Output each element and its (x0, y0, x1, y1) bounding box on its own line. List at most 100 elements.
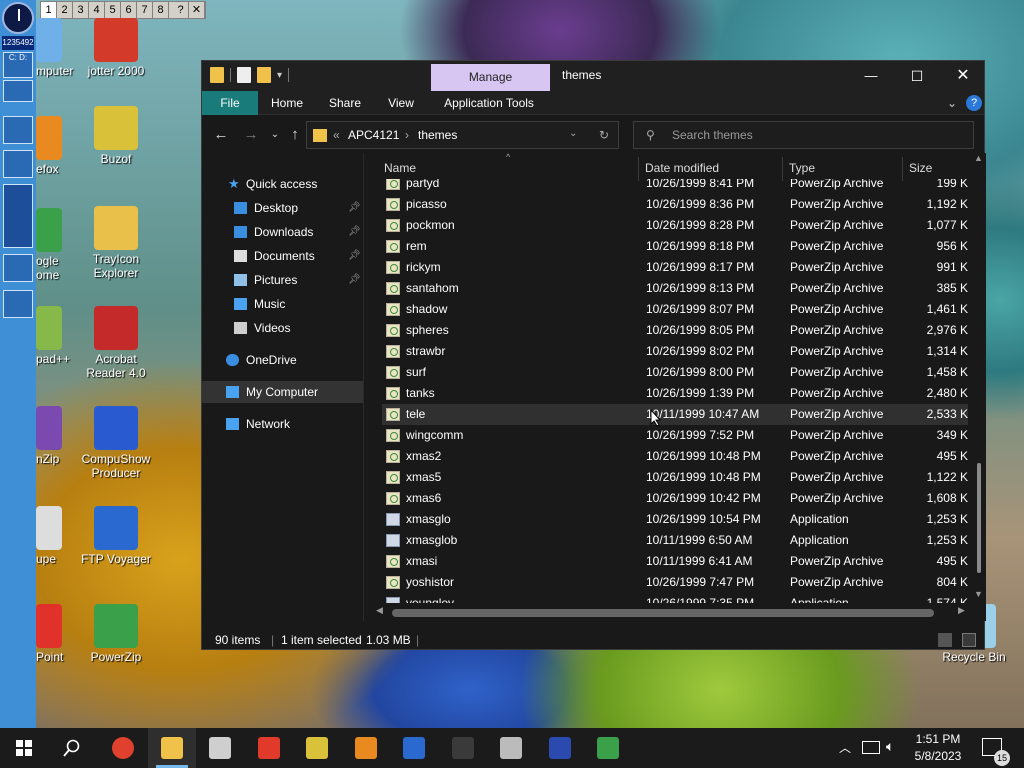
file-row[interactable]: xmas6 10/26/1999 10:42 PM PowerZip Archive… (382, 488, 968, 509)
taskbar-clock[interactable]: 1:51 PM 5/8/2023 (906, 731, 970, 765)
recent-locations-chevron-icon[interactable]: ⌄ (264, 125, 286, 145)
maximize-button[interactable]: ☐ (894, 61, 940, 91)
breadcrumb-current[interactable]: themes (418, 128, 457, 142)
desktop-icon[interactable]: TrayIcon Explorer (76, 206, 156, 280)
vdesk-7-button[interactable]: 7 (137, 2, 153, 18)
scroll-down-icon[interactable]: ▼ (974, 589, 983, 599)
tab-file[interactable]: File (202, 91, 258, 115)
back-button[interactable]: ← (210, 125, 232, 145)
pin-icon[interactable]: 📌︎ (348, 245, 361, 267)
desktop-icon[interactable]: FTP Voyager (76, 506, 156, 566)
vertical-scrollbar[interactable]: ▲ ▼ (972, 153, 986, 603)
analog-clock-icon[interactable] (2, 2, 34, 34)
breadcrumb-overflow[interactable]: « (333, 128, 340, 142)
taskbar-satellite-app-button[interactable] (196, 728, 244, 768)
column-divider[interactable] (782, 157, 783, 181)
vdesk-6-button[interactable]: 6 (121, 2, 137, 18)
start-button[interactable] (0, 728, 48, 768)
file-row[interactable]: pockmon 10/26/1999 8:28 PM PowerZip Archiv… (382, 215, 968, 236)
taskbar-firefox-button[interactable] (342, 728, 390, 768)
column-header-type[interactable]: Type (789, 161, 815, 175)
file-row[interactable]: xmasglo 10/26/1999 10:54 PM Application 1,2… (382, 509, 968, 530)
up-button[interactable]: ↑ (284, 125, 306, 145)
pin-icon[interactable]: 📌︎ (348, 197, 361, 219)
file-row[interactable]: tanks 10/26/1999 1:39 PM PowerZip Archive 2… (382, 383, 968, 404)
strip-floppy-icon[interactable] (3, 290, 33, 318)
file-row[interactable]: wingcomm 10/26/1999 7:52 PM PowerZip Archi… (382, 425, 968, 446)
taskbar-powerzip-button[interactable] (584, 728, 632, 768)
file-row[interactable]: picasso 10/26/1999 8:36 PM PowerZip Archiv… (382, 194, 968, 215)
file-row[interactable]: xmasglob 10/11/1999 6:50 AM Application 1,2… (382, 530, 968, 551)
file-row[interactable]: partyd 10/26/1999 8:41 PM PowerZip Archive… (382, 179, 968, 194)
tab-home[interactable]: Home (262, 91, 312, 115)
nav-item-documents[interactable]: Documents 📌︎ (202, 245, 363, 267)
nav-item-pictures[interactable]: Pictures 📌︎ (202, 269, 363, 291)
properties-icon[interactable] (237, 67, 251, 83)
horizontal-scroll-thumb[interactable] (392, 609, 934, 617)
column-header-date[interactable]: Date modified (645, 161, 719, 175)
column-divider[interactable] (902, 157, 903, 181)
address-bar[interactable]: « APC4121 › themes ⌄ ↻ (306, 121, 619, 149)
tab-share[interactable]: Share (322, 91, 368, 115)
column-header-size[interactable]: Size (909, 161, 932, 175)
strip-grid-icon[interactable] (3, 184, 33, 248)
vertical-scroll-thumb[interactable] (977, 463, 981, 573)
taskbar-file-explorer-button[interactable] (147, 728, 196, 768)
chevron-down-icon[interactable]: ▾ (277, 70, 282, 81)
desktop-icon[interactable]: CompuShow Producer (76, 406, 156, 480)
nav-item-desktop[interactable]: Desktop 📌︎ (202, 197, 363, 219)
file-row[interactable]: yoshistor 10/26/1999 7:47 PM PowerZip Arch… (382, 572, 968, 593)
file-row[interactable]: xmas2 10/26/1999 10:48 PM PowerZip Archive… (382, 446, 968, 467)
column-header-name[interactable]: Name (384, 161, 416, 175)
taskbar-buzof-button[interactable] (293, 728, 341, 768)
volume-icon[interactable]: 🔈︎ (886, 738, 894, 755)
desktop-icon[interactable]: Buzof (76, 106, 156, 166)
vdesk-3-button[interactable]: 3 (73, 2, 89, 18)
tab-view[interactable]: View (378, 91, 424, 115)
desktop-icon[interactable]: jotter 2000 (76, 18, 156, 78)
taskbar-tools-app-button[interactable] (487, 728, 535, 768)
expand-ribbon-icon[interactable]: ⌄ (944, 91, 960, 115)
scroll-right-icon[interactable]: ▶ (958, 605, 965, 616)
taskbar-star-app-button[interactable] (536, 728, 584, 768)
file-row[interactable]: rem 10/26/1999 8:18 PM PowerZip Archive 956… (382, 236, 968, 257)
new-folder-icon[interactable] (257, 67, 271, 83)
strip-disc-icon[interactable] (3, 254, 33, 282)
folder-icon[interactable] (210, 67, 224, 83)
search-box[interactable]: ⚲ Search themes (633, 121, 974, 149)
scroll-up-icon[interactable]: ▲ (974, 153, 983, 163)
taskbar-ftp-voyager-button[interactable] (390, 728, 438, 768)
vdesk-8-button[interactable]: 8 (153, 2, 169, 18)
vdesk-4-button[interactable]: 4 (89, 2, 105, 18)
minimize-button[interactable]: — (848, 61, 894, 91)
desktop-icon[interactable]: PowerZip (76, 604, 156, 664)
tab-application-tools[interactable]: Application Tools (436, 91, 542, 115)
close-button[interactable]: ✕ (940, 61, 986, 91)
network-status-icon[interactable] (862, 741, 880, 754)
vdesk-close-button[interactable]: ✕ (189, 2, 205, 18)
file-row[interactable]: tele 10/11/1999 10:47 AM PowerZip Archive 2… (382, 404, 968, 425)
forward-button[interactable]: → (240, 125, 262, 145)
file-row[interactable]: santahom 10/26/1999 8:13 PM PowerZip Archi… (382, 278, 968, 299)
strip-app-icon-2[interactable] (3, 150, 33, 178)
file-row[interactable]: shadow 10/26/1999 8:07 PM PowerZip Archive… (382, 299, 968, 320)
nav-item-music[interactable]: Music (202, 293, 363, 315)
column-divider[interactable] (638, 157, 639, 181)
file-row[interactable]: surf 10/26/1999 8:00 PM PowerZip Archive 1,… (382, 362, 968, 383)
file-row[interactable]: spheres 10/26/1999 8:05 PM PowerZip Archiv… (382, 320, 968, 341)
drive-cd-icon[interactable]: C: D: (3, 52, 33, 78)
strip-app-icon-1[interactable] (3, 116, 33, 144)
pin-icon[interactable]: 📌︎ (348, 221, 361, 243)
taskbar-chrome-button[interactable] (99, 728, 147, 768)
search-button[interactable] (48, 728, 96, 768)
taskbar-rocket-app-button[interactable] (245, 728, 293, 768)
large-icons-view-icon[interactable] (962, 633, 976, 647)
nav-item-onedrive[interactable]: OneDrive (202, 349, 363, 371)
desktop-icon[interactable]: Acrobat Reader 4.0 (76, 306, 156, 380)
nav-item-videos[interactable]: Videos (202, 317, 363, 339)
nav-item-network[interactable]: Network (202, 413, 363, 435)
vdesk-5-button[interactable]: 5 (105, 2, 121, 18)
nav-item-quick-access[interactable]: ★ Quick access (202, 173, 363, 195)
show-hidden-icons-chevron-icon[interactable]: ︿ (839, 739, 851, 756)
details-view-icon[interactable] (938, 633, 952, 647)
